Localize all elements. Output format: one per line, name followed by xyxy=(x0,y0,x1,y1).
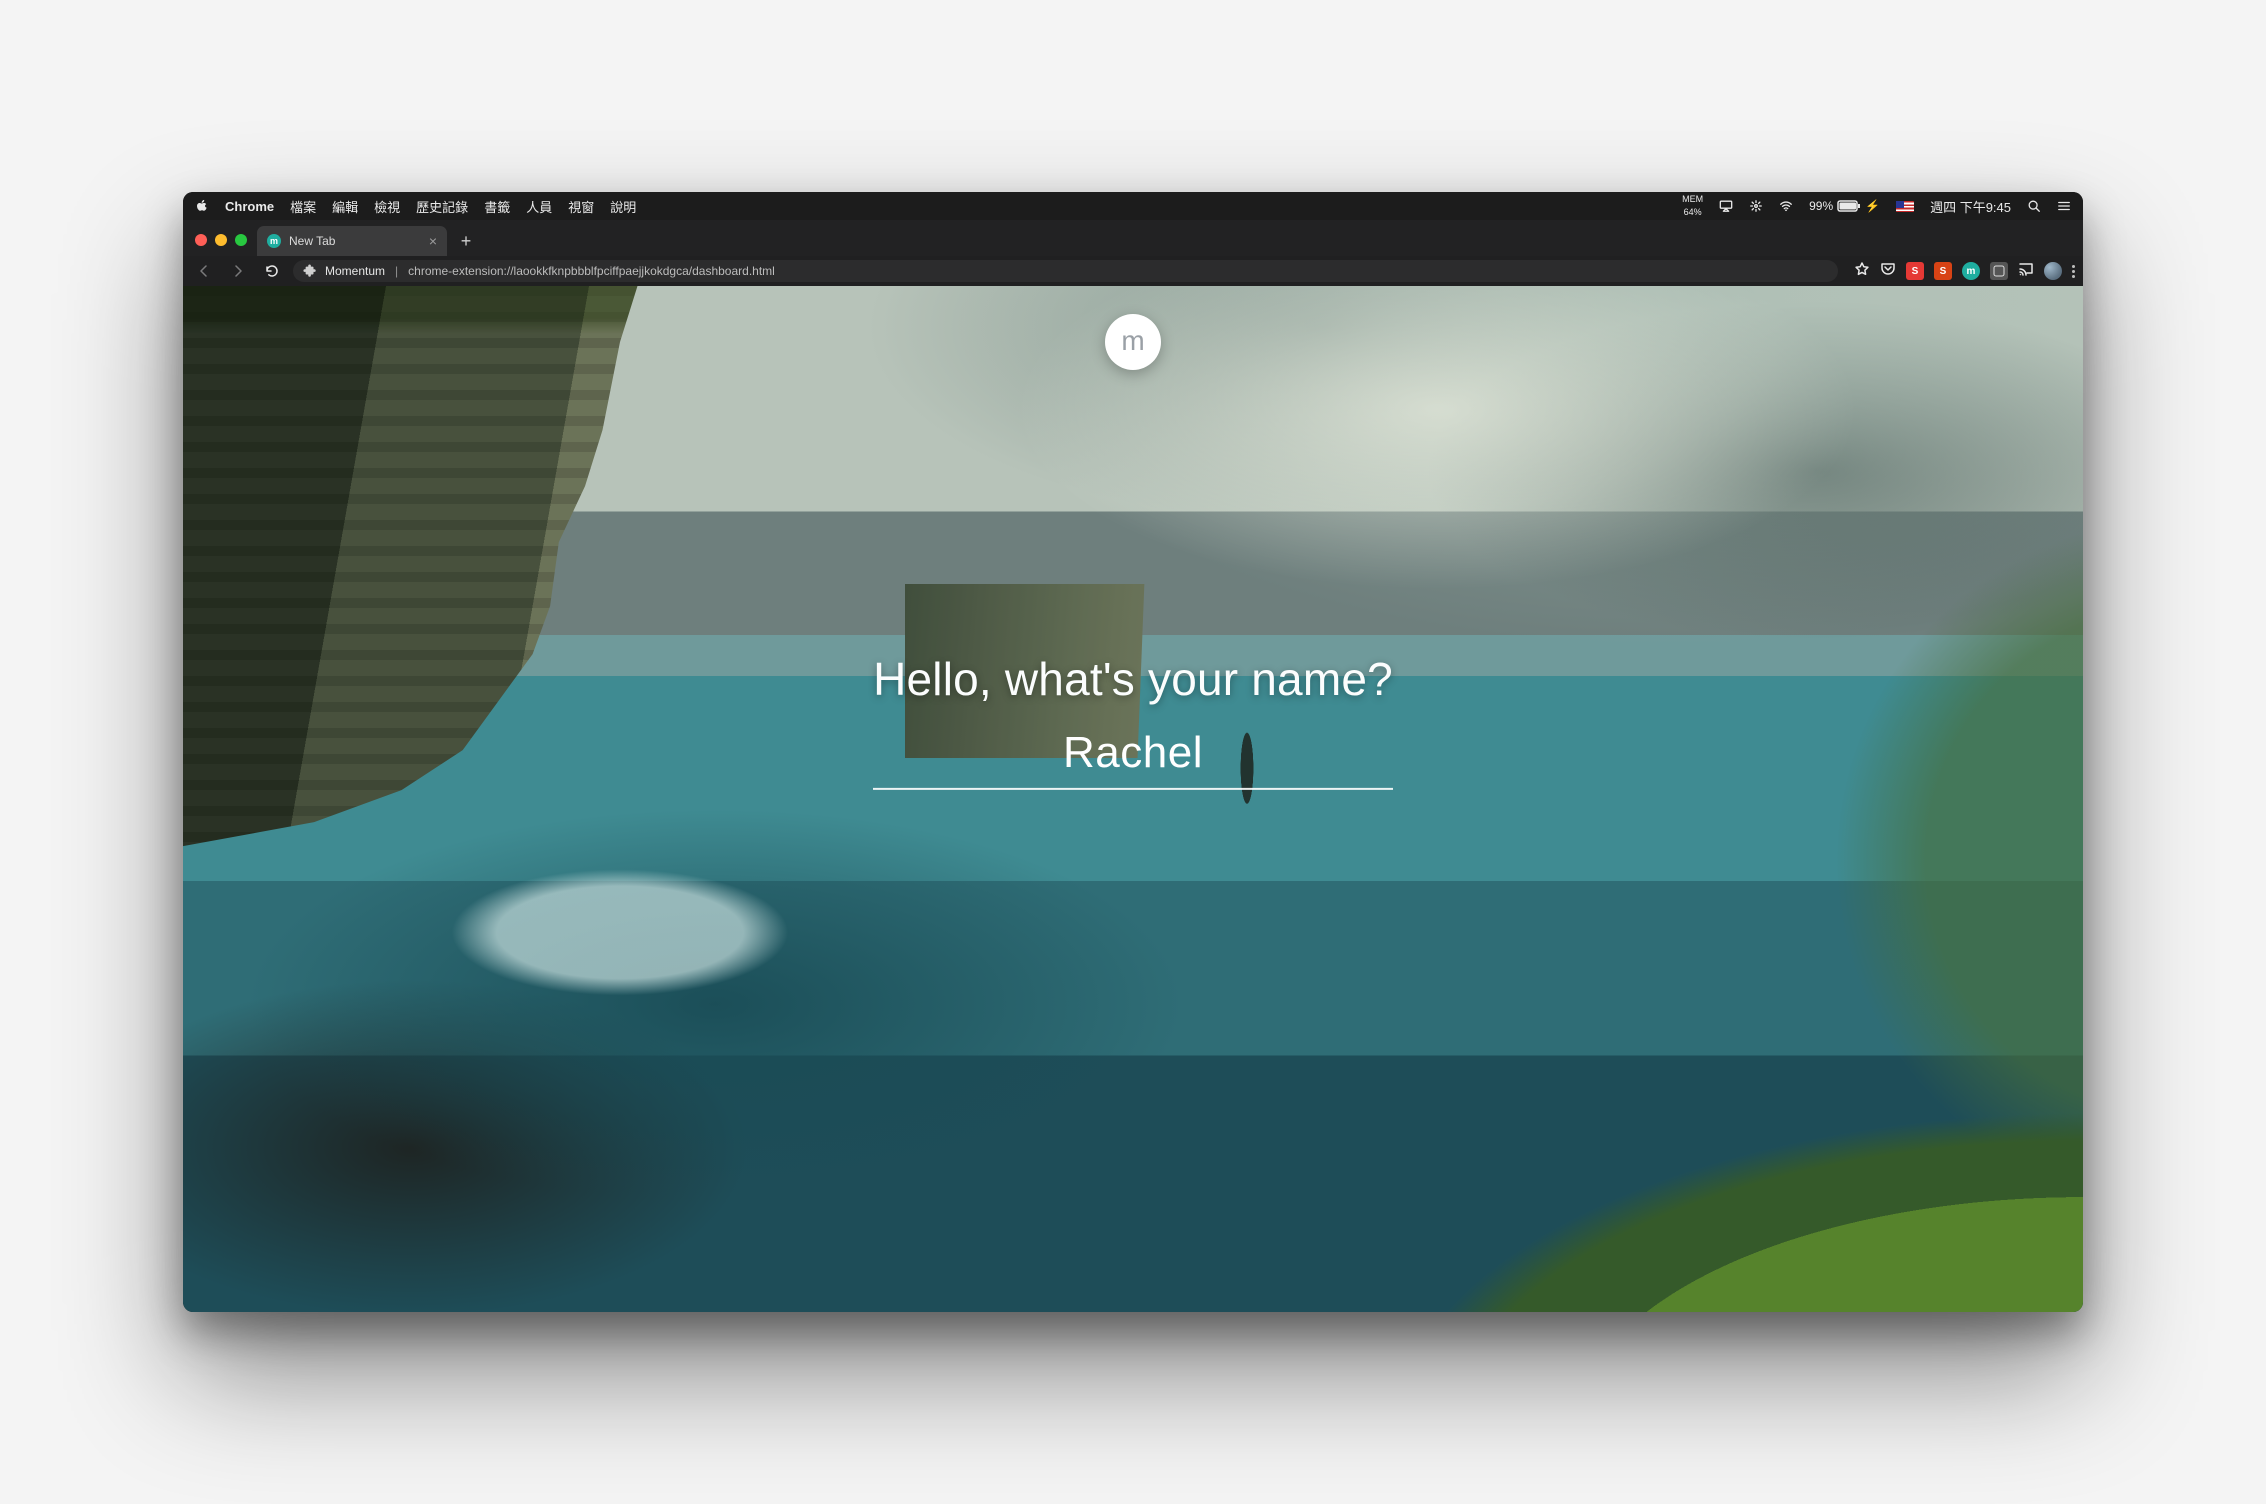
wifi-icon[interactable] xyxy=(1779,199,1793,213)
nav-reload-button[interactable] xyxy=(259,258,285,284)
macos-menubar: Chrome 檔案 編輯 檢視 歷史記錄 書籤 人員 視窗 說明 MEM 64% xyxy=(183,192,2083,220)
apple-logo-icon[interactable] xyxy=(195,199,209,213)
memory-value: 64% xyxy=(1684,208,1702,217)
toolbar: Momentum | chrome-extension://laookkfknp… xyxy=(183,256,2083,286)
extension-puzzle-icon xyxy=(303,264,317,278)
menu-history[interactable]: 歷史記錄 xyxy=(416,197,468,216)
menubar-app-name[interactable]: Chrome xyxy=(225,199,274,214)
airplay-icon[interactable] xyxy=(1719,199,1733,213)
tab-title: New Tab xyxy=(289,234,335,248)
momentum-logo: m xyxy=(1105,314,1161,370)
menu-bookmarks[interactable]: 書籤 xyxy=(484,197,510,216)
spotlight-search-icon[interactable] xyxy=(2027,199,2041,213)
bookmark-star-icon[interactable] xyxy=(1854,261,1870,282)
extension-chip-2[interactable]: S xyxy=(1934,262,1952,280)
menu-window[interactable]: 視窗 xyxy=(568,197,594,216)
charging-icon: ⚡ xyxy=(1865,199,1880,213)
window-controls xyxy=(195,234,247,246)
tab-close-button[interactable]: × xyxy=(429,233,437,249)
new-tab-button[interactable]: + xyxy=(453,228,479,254)
extension-chip-1[interactable]: S xyxy=(1906,262,1924,280)
page-content: m Hello, what's your name? xyxy=(183,286,2083,1312)
url-path: chrome-extension://laookkfknpbbblfpciffp… xyxy=(408,264,775,278)
input-source-flag-icon[interactable] xyxy=(1896,201,1914,212)
url-host: Momentum xyxy=(325,264,385,278)
momentum-logo-letter: m xyxy=(1121,325,1144,357)
memory-label: MEM xyxy=(1682,195,1703,204)
extension-chip-3[interactable] xyxy=(1990,262,2008,280)
menu-help[interactable]: 說明 xyxy=(610,197,636,216)
tab-strip: m New Tab × + xyxy=(183,220,2083,256)
name-input[interactable] xyxy=(873,724,1393,790)
nav-forward-button[interactable] xyxy=(225,258,251,284)
battery-percent: 99% xyxy=(1809,199,1833,213)
menu-view[interactable]: 檢視 xyxy=(374,197,400,216)
profile-avatar[interactable] xyxy=(2044,262,2062,280)
control-center-icon[interactable] xyxy=(2057,199,2071,213)
tab-active[interactable]: m New Tab × xyxy=(257,226,447,256)
chrome-menu-button[interactable] xyxy=(2072,265,2075,278)
onboarding-panel: Hello, what's your name? xyxy=(873,652,1393,790)
menubar-clock[interactable]: 週四 下午9:45 xyxy=(1930,197,2011,216)
menu-people[interactable]: 人員 xyxy=(526,197,552,216)
onboarding-prompt: Hello, what's your name? xyxy=(873,652,1393,706)
window-close-button[interactable] xyxy=(195,234,207,246)
menu-edit[interactable]: 編輯 xyxy=(332,197,358,216)
tab-favicon-icon: m xyxy=(267,234,281,248)
pocket-icon[interactable] xyxy=(1880,261,1896,282)
extension-chip-momentum[interactable]: m xyxy=(1962,262,1980,280)
window-minimize-button[interactable] xyxy=(215,234,227,246)
address-bar[interactable]: Momentum | chrome-extension://laookkfknp… xyxy=(293,260,1838,282)
url-separator: | xyxy=(395,264,398,278)
battery-status[interactable]: 99% ⚡ xyxy=(1809,199,1880,213)
memory-status[interactable]: MEM 64% xyxy=(1682,195,1703,217)
browser-window: Chrome 檔案 編輯 檢視 歷史記錄 書籤 人員 視窗 說明 MEM 64% xyxy=(183,192,2083,1312)
nav-back-button[interactable] xyxy=(191,258,217,284)
displays-icon[interactable] xyxy=(1749,199,1763,213)
window-fullscreen-button[interactable] xyxy=(235,234,247,246)
cast-icon[interactable] xyxy=(2018,261,2034,282)
menu-file[interactable]: 檔案 xyxy=(290,197,316,216)
